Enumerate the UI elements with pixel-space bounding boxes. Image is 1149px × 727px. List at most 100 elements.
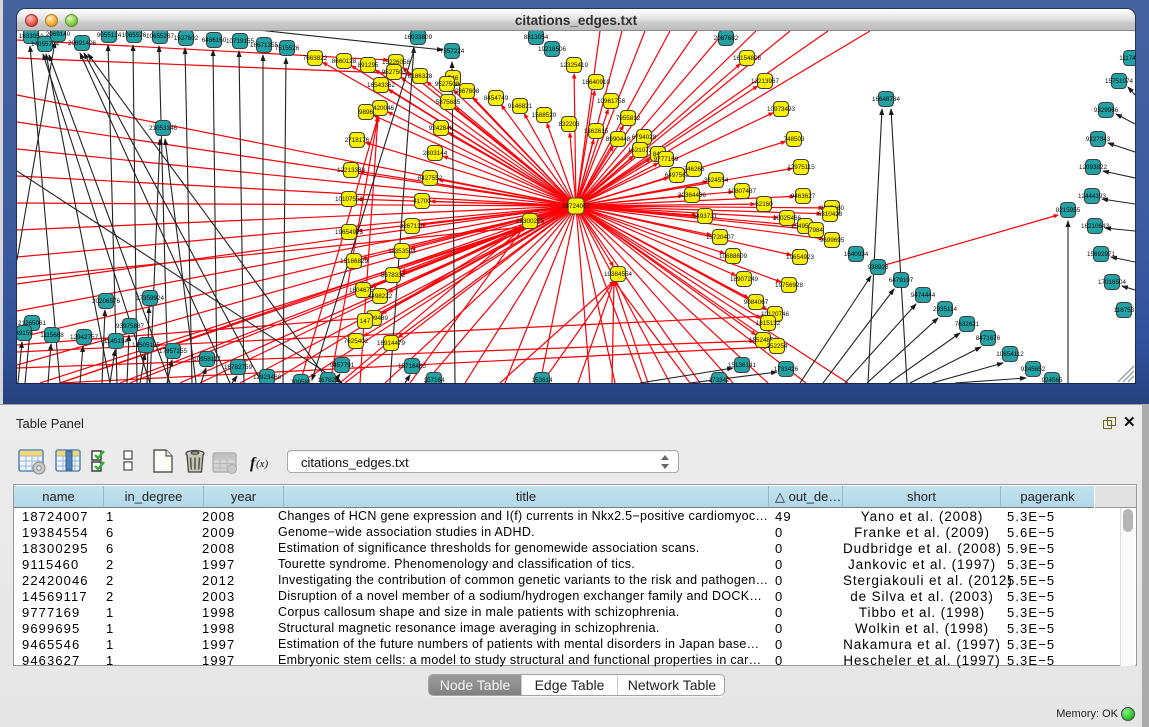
- svg-text:16648784: 16648784: [872, 96, 901, 103]
- svg-text:9055124: 9055124: [97, 32, 122, 39]
- svg-text:6310428: 6310428: [818, 211, 843, 218]
- svg-text:9896: 9896: [359, 109, 374, 116]
- svg-text:19218506: 19218506: [538, 46, 567, 53]
- svg-text:10958117: 10958117: [193, 356, 221, 363]
- svg-text:6794028: 6794028: [632, 134, 657, 141]
- svg-text:17359924: 17359924: [136, 295, 165, 302]
- svg-text:16914479: 16914479: [377, 340, 406, 347]
- svg-text:10025466: 10025466: [773, 215, 802, 222]
- svg-text:15720407: 15720407: [706, 234, 735, 241]
- svg-text:8471676: 8471676: [976, 335, 1001, 342]
- svg-text:16782759: 16782759: [224, 364, 253, 371]
- svg-text:16210643: 16210643: [1081, 223, 1110, 230]
- svg-text:9242848: 9242848: [429, 125, 454, 132]
- svg-text:7625402: 7625402: [344, 338, 369, 345]
- svg-text:2867608: 2867608: [455, 88, 480, 95]
- svg-text:8990448: 8990448: [606, 136, 631, 143]
- svg-text:12444193: 12444193: [1078, 193, 1107, 200]
- svg-text:153614: 153614: [531, 377, 553, 383]
- svg-text:15692971: 15692971: [1087, 251, 1116, 258]
- svg-text:1588520: 1588520: [532, 112, 557, 119]
- svg-text:12213383: 12213383: [337, 167, 366, 174]
- svg-text:9527508: 9527508: [435, 81, 460, 88]
- svg-text:12505135: 12505135: [132, 342, 161, 349]
- svg-text:157164: 157164: [423, 377, 445, 383]
- svg-text:116753: 116753: [1114, 307, 1135, 314]
- svg-text:109581: 109581: [290, 379, 312, 383]
- svg-text:93975887: 93975887: [116, 323, 145, 330]
- svg-text:1117430: 1117430: [1119, 55, 1135, 62]
- svg-text:19654923: 19654923: [335, 229, 364, 236]
- svg-text:11353594: 11353594: [388, 248, 416, 255]
- svg-text:1733426: 1733426: [774, 366, 799, 373]
- svg-text:12975115: 12975115: [787, 164, 815, 171]
- svg-text:147: 147: [360, 318, 371, 325]
- svg-text:8215955: 8215955: [1056, 207, 1081, 214]
- svg-text:1615132: 1615132: [756, 320, 781, 327]
- svg-text:9457791: 9457791: [330, 362, 355, 369]
- svg-text:15136141: 15136141: [728, 362, 757, 369]
- svg-text:17957255: 17957255: [159, 348, 188, 355]
- svg-text:891295: 891295: [357, 62, 379, 69]
- svg-text:8454749: 8454749: [484, 95, 509, 102]
- svg-text:7632621: 7632621: [955, 321, 980, 328]
- svg-text:7357224: 7357224: [440, 48, 465, 55]
- svg-text:1621072: 1621072: [628, 147, 653, 154]
- svg-text:1145194: 1145194: [104, 338, 129, 345]
- svg-text:9245652: 9245652: [1021, 366, 1046, 373]
- svg-text:41700: 41700: [413, 198, 431, 205]
- svg-text:(x): (x): [256, 458, 269, 470]
- svg-text:10655267: 10655267: [146, 33, 175, 40]
- svg-text:8813054: 8813054: [524, 34, 549, 41]
- svg-text:167827: 167827: [317, 377, 339, 383]
- svg-text:7663822: 7663822: [303, 55, 328, 62]
- svg-text:19756928: 19756928: [775, 282, 804, 289]
- svg-text:2087682: 2087682: [714, 35, 739, 42]
- svg-text:10654112: 10654112: [996, 351, 1024, 358]
- svg-text:7955812: 7955812: [616, 115, 641, 122]
- svg-text:17016504: 17016504: [1098, 279, 1127, 286]
- svg-text:16033809: 16033809: [404, 34, 433, 41]
- svg-text:20364436: 20364436: [678, 192, 707, 199]
- svg-text:1065526: 1065526: [122, 32, 147, 39]
- svg-text:12923468: 12923468: [253, 374, 282, 381]
- svg-text:9699695: 9699695: [820, 237, 845, 244]
- svg-text:2935114: 2935114: [933, 306, 958, 313]
- svg-text:832203: 832203: [558, 121, 580, 128]
- svg-text:9227343: 9227343: [1086, 136, 1111, 143]
- svg-text:20206576: 20206576: [92, 298, 121, 305]
- svg-text:12213967: 12213967: [751, 78, 780, 85]
- svg-text:173342: 173342: [708, 377, 730, 383]
- svg-text:2718176: 2718176: [345, 137, 370, 144]
- svg-text:18724007: 18724007: [562, 203, 591, 210]
- svg-text:8427552: 8427552: [418, 175, 443, 182]
- svg-text:6466160: 6466160: [202, 37, 227, 44]
- svg-text:10807487: 10807487: [728, 188, 757, 195]
- svg-text:3624554: 3624554: [704, 177, 729, 184]
- svg-text:9777169: 9777169: [654, 156, 679, 163]
- svg-text:12325419: 12325419: [560, 62, 589, 69]
- svg-text:16154808: 16154808: [733, 55, 762, 62]
- svg-text:924565: 924565: [1041, 377, 1063, 383]
- svg-text:8878332: 8878332: [381, 272, 406, 279]
- svg-text:10107553: 10107553: [335, 196, 364, 203]
- svg-text:748503: 748503: [783, 136, 805, 143]
- svg-text:9474444: 9474444: [911, 292, 936, 299]
- svg-text:3267130: 3267130: [400, 223, 425, 230]
- svg-text:18907249: 18907249: [730, 276, 759, 283]
- svg-text:6479197: 6479197: [889, 277, 914, 284]
- svg-text:746266: 746266: [683, 166, 705, 173]
- svg-text:62160: 62160: [755, 201, 773, 208]
- svg-text:19384554: 19384554: [604, 271, 633, 278]
- svg-text:1493731: 1493731: [693, 213, 718, 220]
- svg-text:15716485: 15716485: [398, 363, 427, 370]
- svg-text:938928: 938928: [867, 264, 889, 271]
- svg-text:25300275: 25300275: [516, 218, 545, 225]
- svg-text:7984: 7984: [809, 227, 824, 234]
- svg-text:4498222: 4498222: [368, 293, 393, 300]
- svg-text:39159: 39159: [17, 330, 33, 337]
- svg-text:9527503: 9527503: [382, 69, 407, 76]
- svg-text:5875685: 5875685: [436, 99, 461, 106]
- svg-text:1527602: 1527602: [174, 35, 199, 42]
- svg-text:252254: 252254: [766, 343, 788, 350]
